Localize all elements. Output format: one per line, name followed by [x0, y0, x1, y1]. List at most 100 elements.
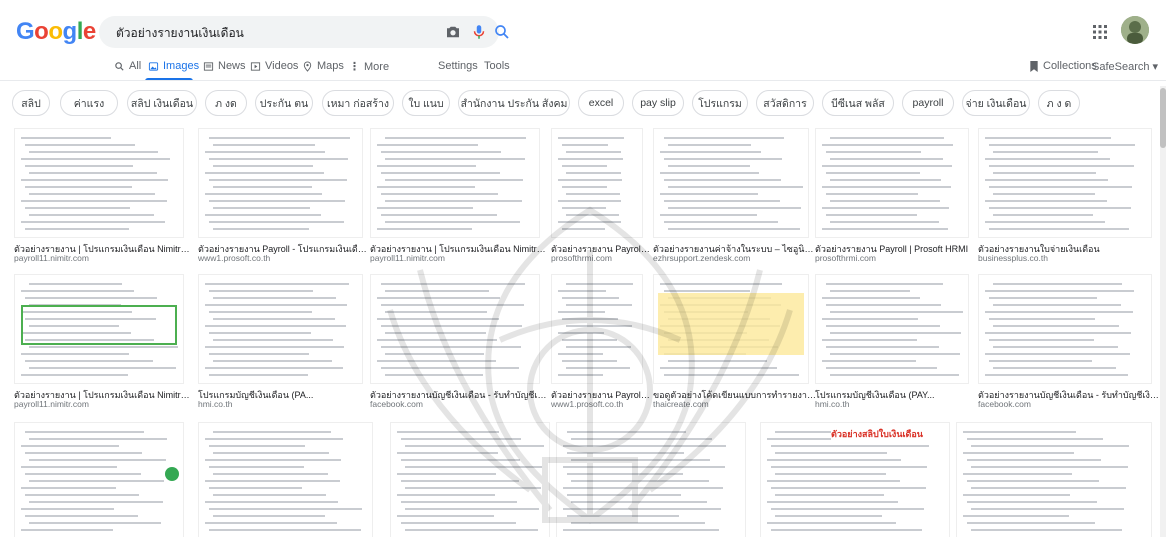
result-source[interactable]: ezhrsupport.zendesk.com [653, 253, 817, 263]
image-result-thumbnail[interactable] [370, 128, 540, 238]
scrollbar-track[interactable] [1160, 86, 1166, 537]
result-source[interactable]: payroll11.nimitr.com [14, 399, 192, 409]
thumbnail-line [562, 297, 619, 299]
related-chip[interactable]: payroll [902, 90, 954, 116]
image-result-thumbnail[interactable]: ตัวอย่างสลิปใบเงินเดือน [760, 422, 950, 537]
image-result-thumbnail[interactable] [14, 274, 184, 384]
thumbnail-line [21, 179, 168, 181]
related-chip[interactable]: สลิป [12, 90, 50, 116]
related-chip[interactable]: โปรแกรม [692, 90, 748, 116]
result-source[interactable]: payroll11.nimitr.com [370, 253, 548, 263]
image-result-thumbnail[interactable] [390, 422, 550, 537]
image-result-thumbnail[interactable] [978, 274, 1152, 384]
image-result-thumbnail[interactable] [556, 422, 746, 537]
result-source[interactable]: facebook.com [370, 399, 548, 409]
avatar[interactable] [1121, 16, 1149, 44]
image-result-thumbnail[interactable] [370, 274, 540, 384]
related-chip[interactable]: สลิป เงินเดือน [127, 90, 197, 116]
tab-images[interactable]: Images [148, 60, 199, 72]
video-icon [250, 61, 261, 71]
thumbnail-line [209, 353, 310, 355]
tab-all[interactable]: All [114, 60, 141, 72]
collections-link[interactable]: Collections [1029, 60, 1097, 72]
thumbnail-line [830, 374, 959, 376]
image-result-thumbnail[interactable] [198, 422, 373, 537]
document-thumbnail [963, 429, 1145, 535]
tab-label: Maps [317, 60, 344, 72]
result-source[interactable]: thaicreate.com [653, 399, 817, 409]
related-chip[interactable]: ใบ แนบ [402, 90, 450, 116]
thumbnail-line [826, 304, 942, 306]
thumbnail-line [209, 487, 302, 489]
thumbnail-line [29, 346, 178, 348]
thumbnail-line [985, 137, 1112, 139]
image-result-thumbnail[interactable] [198, 274, 363, 384]
thumbnail-line [205, 151, 326, 153]
related-chip[interactable]: สำนักงาน ประกัน สังคม [458, 90, 570, 116]
image-result-thumbnail[interactable] [14, 128, 184, 238]
tab-label: All [129, 60, 142, 72]
thumbnail-line [558, 353, 604, 355]
related-chip[interactable]: pay slip [632, 90, 684, 116]
related-chip[interactable]: บีซีเนส พลัส [822, 90, 894, 116]
thumbnail-line [385, 179, 523, 181]
related-chip[interactable]: ค่าแรง [60, 90, 118, 116]
result-source[interactable]: prosofthrmi.com [551, 253, 651, 263]
result-source[interactable]: www1.prosoft.co.th [198, 253, 371, 263]
camera-icon[interactable] [444, 23, 462, 41]
image-result-thumbnail[interactable] [815, 274, 969, 384]
result-source[interactable]: payroll11.nimitr.com [14, 253, 192, 263]
scrollbar-thumb[interactable] [1160, 88, 1166, 148]
apps-icon[interactable] [1092, 24, 1108, 40]
result-source[interactable]: www1.prosoft.co.th [551, 399, 651, 409]
more-icon: ⋮ [349, 61, 360, 73]
thumbnail-line [205, 304, 348, 306]
related-chip[interactable]: excel [578, 90, 624, 116]
related-chip[interactable]: ประกัน ตน [255, 90, 313, 116]
related-chip[interactable]: ภ ง ด [1038, 90, 1080, 116]
tools-link[interactable]: Tools [484, 60, 510, 72]
thumbnail-line [822, 228, 948, 230]
related-chip[interactable]: จ่าย เงินเดือน [962, 90, 1030, 116]
tab-news[interactable]: News [203, 60, 246, 72]
image-result-thumbnail[interactable] [551, 274, 643, 384]
related-chip[interactable]: สวัสดิการ [756, 90, 814, 116]
search-icon[interactable] [493, 23, 511, 41]
thumbnail-line [209, 332, 311, 334]
image-result-thumbnail[interactable] [14, 422, 184, 537]
thumbnail-line [25, 297, 157, 299]
image-icon [148, 61, 159, 71]
image-result-thumbnail[interactable] [653, 274, 809, 384]
search-box[interactable]: ตัวอย่างรายงานเงินเดือน [99, 16, 509, 48]
search-input[interactable]: ตัวอย่างรายงานเงินเดือน [116, 24, 244, 43]
thumbnail-line [209, 200, 346, 202]
image-result-thumbnail[interactable] [956, 422, 1152, 537]
image-result-thumbnail[interactable] [815, 128, 969, 238]
related-chip[interactable]: ภ งด [205, 90, 247, 116]
thumbnail-line [385, 332, 486, 334]
thumbnail-line [563, 445, 727, 447]
collections-label: Collections [1043, 60, 1097, 72]
result-source[interactable]: prosofthrmi.com [815, 253, 977, 263]
result-source[interactable]: businessplus.co.th [978, 253, 1160, 263]
image-result-thumbnail[interactable] [198, 128, 363, 238]
thumbnail-line [377, 207, 473, 209]
result-source[interactable]: hmi.co.th [815, 399, 977, 409]
thumbnail-line [822, 207, 950, 209]
mic-icon[interactable] [470, 23, 488, 41]
settings-link[interactable]: Settings [438, 60, 478, 72]
image-result-thumbnail[interactable] [653, 128, 809, 238]
safesearch-menu[interactable]: SafeSearch ▾ [1092, 60, 1158, 73]
tab-maps[interactable]: Maps [302, 60, 344, 72]
related-chip[interactable]: เหมา ก่อสร้าง [322, 90, 394, 116]
image-result-thumbnail[interactable] [978, 128, 1152, 238]
google-logo[interactable]: Google [16, 18, 96, 46]
image-result-thumbnail[interactable] [551, 128, 643, 238]
result-source[interactable]: hmi.co.th [198, 399, 371, 409]
thumbnail-line [381, 346, 521, 348]
thumbnail-line [566, 325, 632, 327]
result-source[interactable]: facebook.com [978, 399, 1160, 409]
thumbnail-line [567, 431, 686, 433]
tab-videos[interactable]: Videos [250, 60, 298, 72]
tab-more[interactable]: ⋮ More [349, 60, 389, 74]
